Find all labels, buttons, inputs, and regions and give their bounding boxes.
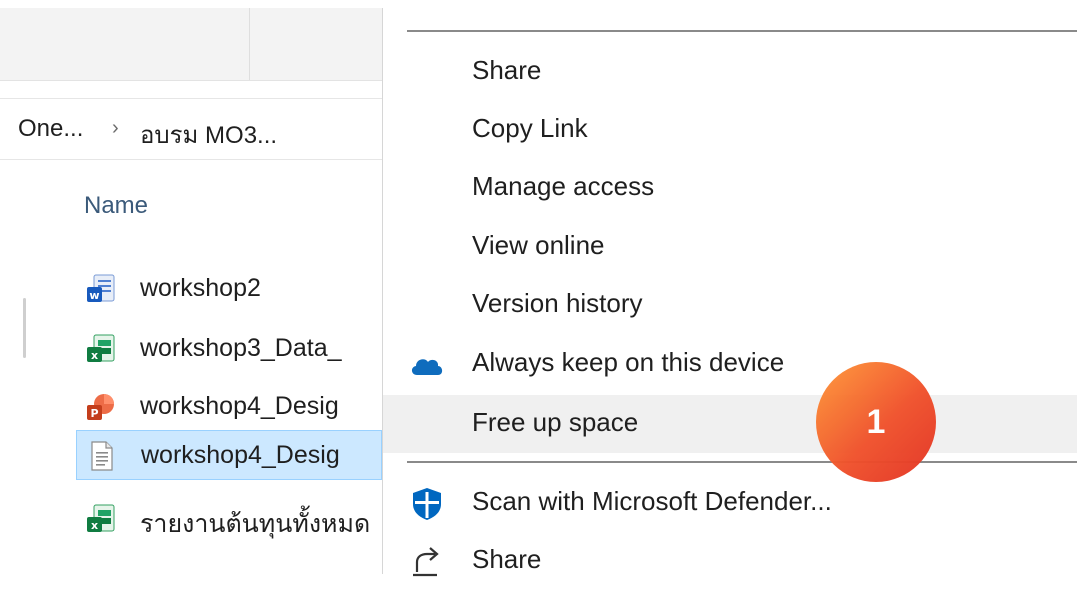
breadcrumb-onedrive[interactable]: One... <box>18 115 83 143</box>
menu-item-label: Share <box>472 55 542 85</box>
file-explorer-pane: One... › อบรม MO3... Name w workshop2 x … <box>0 0 382 574</box>
excel-icon: x <box>87 504 115 532</box>
menu-item-label: Manage access <box>472 171 655 201</box>
file-row-workshop4-selected[interactable]: workshop4_Desig <box>76 430 382 480</box>
onedrive-cloud-icon <box>411 359 443 375</box>
file-name: workshop3_Data_ <box>140 334 342 362</box>
menu-item-copy-link[interactable]: Copy Link <box>383 101 1077 159</box>
column-header-name[interactable]: Name <box>84 192 148 220</box>
menu-item-label: Always keep on this device <box>472 347 785 377</box>
toolbar-divider <box>249 8 250 80</box>
defender-shield-icon <box>413 488 441 520</box>
navigation-pane-splitter[interactable] <box>23 178 26 574</box>
menu-item-label: Version history <box>472 288 643 318</box>
svg-text:x: x <box>91 349 98 362</box>
svg-text:P: P <box>90 407 98 420</box>
file-row-workshop4-pptx[interactable]: P workshop4_Desig <box>76 382 382 432</box>
menu-item-manage-access[interactable]: Manage access <box>383 159 1077 217</box>
text-file-icon <box>91 441 113 471</box>
address-bar[interactable]: One... › อบรม MO3... <box>0 98 382 160</box>
explorer-toolbar <box>0 8 382 81</box>
file-name: workshop4_Desig <box>140 392 339 420</box>
menu-item-label: Share <box>472 544 542 574</box>
menu-divider <box>407 461 1077 463</box>
menu-item-share[interactable]: Share <box>383 43 1077 101</box>
menu-item-label: Scan with Microsoft Defender... <box>472 486 832 516</box>
file-name: workshop2 <box>140 274 261 302</box>
svg-text:w: w <box>89 289 99 302</box>
breadcrumb-chevron-icon: › <box>112 117 119 139</box>
file-name: รายงานต้นทุนทั้งหมด <box>140 510 371 538</box>
word-icon: w <box>87 274 115 302</box>
menu-item-always-keep[interactable]: Always keep on this device <box>383 335 1077 393</box>
step-number-badge: 1 <box>816 362 936 482</box>
menu-item-free-up-space[interactable]: Free up space <box>383 395 1077 453</box>
menu-item-view-online[interactable]: View online <box>383 218 1077 276</box>
menu-item-share-2[interactable]: Share <box>383 532 1077 590</box>
excel-icon: x <box>87 334 115 362</box>
menu-item-label: View online <box>472 230 605 260</box>
menu-item-label: Free up space <box>472 407 639 437</box>
menu-item-scan-defender[interactable]: Scan with Microsoft Defender... <box>383 474 1077 532</box>
menu-divider <box>407 30 1077 32</box>
context-menu: Share Copy Link Manage access View onlin… <box>382 8 1077 577</box>
file-row-workshop2[interactable]: w workshop2 <box>76 264 382 314</box>
menu-item-version-history[interactable]: Version history <box>383 276 1077 334</box>
share-icon <box>413 547 439 577</box>
file-row-workshop3[interactable]: x workshop3_Data_ <box>76 324 382 374</box>
menu-item-label: Copy Link <box>472 113 588 143</box>
breadcrumb-folder[interactable]: อบรม MO3... <box>140 115 277 154</box>
powerpoint-icon: P <box>87 394 114 420</box>
file-row-thai-report[interactable]: x รายงานต้นทุนทั้งหมด <box>76 494 382 544</box>
file-name: workshop4_Desig <box>141 441 340 469</box>
svg-text:x: x <box>91 519 98 532</box>
